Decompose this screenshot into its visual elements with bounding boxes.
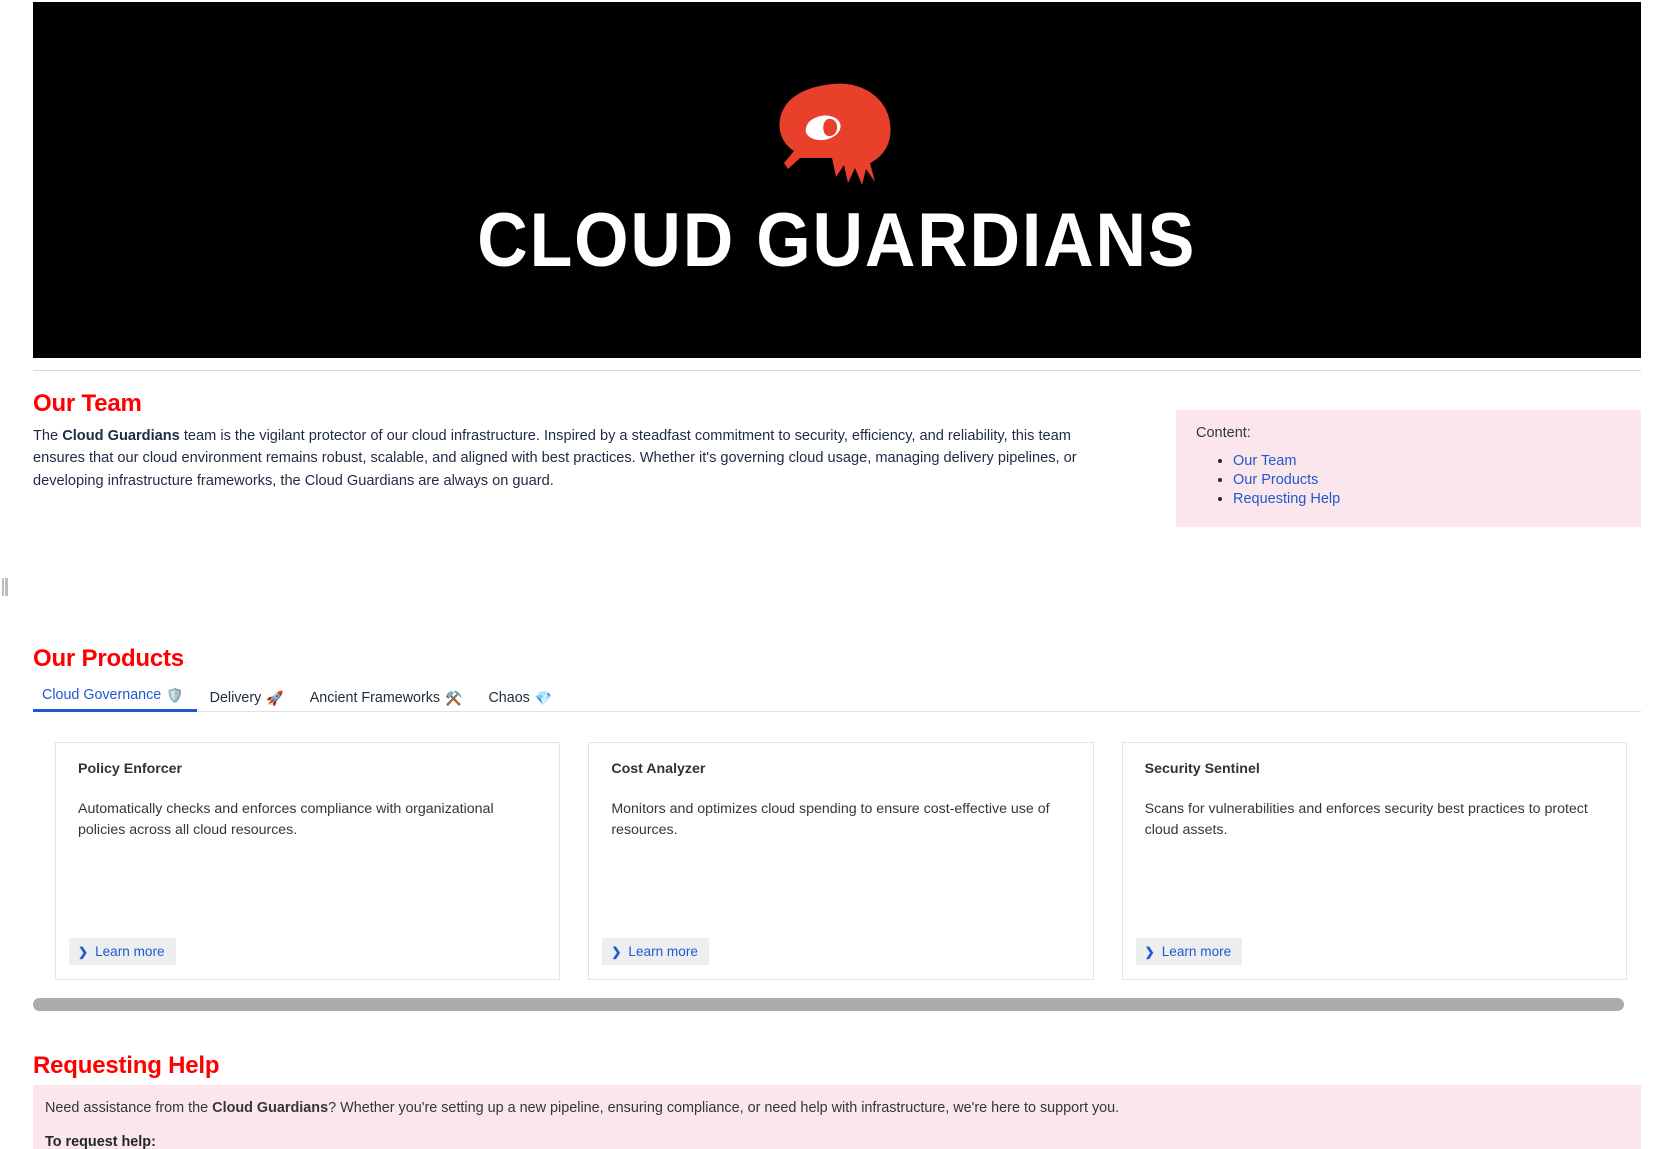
learn-more-label: Learn more [628,944,698,959]
hammer-and-pick-icon: ⚒️ [445,690,463,706]
hero-banner: CLOUD GUARDIANS [33,2,1641,358]
rocket-icon: 🚀 [266,690,284,706]
product-card-policy-enforcer: Policy Enforcer Automatically checks and… [55,742,561,980]
team-text-rest: team is the vigilant protector of our cl… [33,428,1077,489]
tab-label: Delivery [209,690,262,706]
gutter-resize-handle[interactable] [2,578,8,596]
help-intro-bold: Cloud Guardians [212,1100,329,1116]
learn-more-label: Learn more [1161,944,1232,959]
toc-label: Content: [1196,425,1251,441]
tab-chaos[interactable]: Chaos 💎 [475,690,565,712]
our-team-paragraph: The Cloud Guardians team is the vigilant… [33,425,1123,492]
chevron-right-icon: ❯ [1144,944,1155,959]
our-products-heading: Our Products [33,645,184,672]
product-card-cost-analyzer: Cost Analyzer Monitors and optimizes clo… [588,742,1094,980]
requesting-help-heading: Requesting Help [33,1052,220,1079]
content-toc-box: Content: Our Team Our Products Requestin… [1176,410,1641,527]
card-title: Policy Enforcer [78,761,183,777]
list-item: Our Products [1233,471,1641,489]
shield-icon: 🛡️ [166,687,184,703]
card-title: Cost Analyzer [611,761,706,777]
team-text-bold: Cloud Guardians [62,428,180,444]
product-card-list: Policy Enforcer Automatically checks and… [55,742,1627,980]
echidna-head-icon [778,83,891,185]
toc-list: Our Team Our Products Requesting Help [1196,452,1641,508]
help-subheading: To request help: [45,1133,156,1149]
section-divider [33,370,1641,371]
team-text-lead: The [33,428,63,444]
gem-icon: 💎 [534,690,553,706]
card-title: Security Sentinel [1144,761,1260,777]
tab-cloud-governance[interactable]: Cloud Governance 🛡️ [33,687,197,712]
product-card-security-sentinel: Security Sentinel Scans for vulnerabilit… [1121,742,1627,980]
banner-title: CLOUD GUARDIANS [477,198,1197,283]
toc-link-our-team[interactable]: Our Team [1233,453,1296,469]
card-description: Scans for vulnerabilities and enforces s… [1144,801,1588,839]
tab-ancient-frameworks[interactable]: Ancient Frameworks ⚒️ [297,690,476,712]
learn-more-button[interactable]: ❯ Learn more [1135,938,1243,965]
learn-more-label: Learn more [95,944,165,959]
list-item: Our Team [1233,452,1641,470]
product-tabs-container: Cloud Governance 🛡️ Delivery 🚀 Ancient F… [33,682,1641,712]
toc-link-requesting-help[interactable]: Requesting Help [1233,491,1340,507]
our-team-heading: Our Team [33,390,142,417]
requesting-help-box: Need assistance from the Cloud Guardians… [33,1085,1641,1149]
list-item: Requesting Help [1233,490,1641,508]
learn-more-button[interactable]: ❯ Learn more [69,938,176,965]
tab-label: Cloud Governance [42,687,162,703]
help-intro-lead: Need assistance from the [45,1100,213,1116]
chevron-right-icon: ❯ [611,944,622,959]
page-root: CLOUD GUARDIANS Our Team The Cloud Guard… [0,0,1665,1149]
card-description: Monitors and optimizes cloud spending to… [611,801,1050,839]
chevron-right-icon: ❯ [78,944,89,959]
tab-delivery[interactable]: Delivery 🚀 [197,690,297,712]
toc-link-our-products[interactable]: Our Products [1233,472,1318,488]
tab-label: Chaos [488,690,530,706]
card-description: Automatically checks and enforces compli… [78,801,494,839]
learn-more-button[interactable]: ❯ Learn more [602,938,709,965]
tab-label: Ancient Frameworks [309,690,441,706]
help-intro-rest: ? Whether you're setting up a new pipeli… [328,1100,1120,1116]
help-intro-text: Need assistance from the Cloud Guardians… [45,1099,1641,1118]
product-tabs: Cloud Governance 🛡️ Delivery 🚀 Ancient F… [33,682,1641,712]
horizontal-scrollbar-thumb[interactable] [33,998,1624,1011]
